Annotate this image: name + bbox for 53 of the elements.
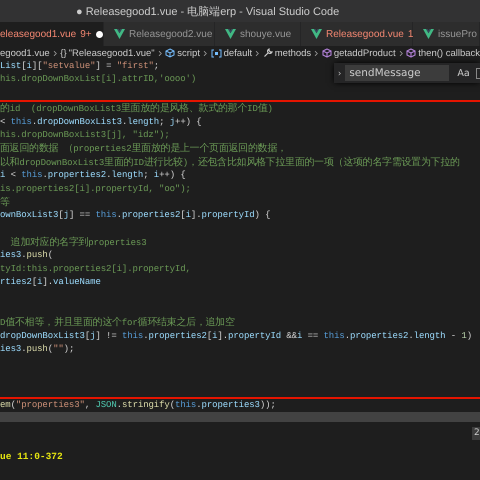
code-line: 等 [0, 196, 10, 210]
code-line: 以和dropDownBoxList3里面的ID进行比较)，还包含比如风格下拉里面的一项（这项的名字需设置为下拉的 [0, 156, 460, 170]
code-line: 面返回的数据 （properties2里面放的是上一个页面返回的数据， [0, 142, 287, 156]
count-badge: 2 [472, 427, 480, 440]
code-line: rties2[i].valueName [0, 276, 101, 290]
code-line: ies3.push(""); [0, 343, 74, 356]
scrollbar[interactable] [0, 412, 480, 422]
cube-icon [322, 48, 332, 58]
editor-tab[interactable]: shouye.vue [215, 22, 301, 46]
v-logo-icon [225, 29, 236, 39]
code-line: is.properties2[i].propertyId, "oo"); [0, 182, 191, 196]
wrench-icon [262, 48, 273, 58]
braces-icon: {} [60, 48, 67, 58]
code-line: 的id (dropDownBoxList3里面放的是风格、款式的那个ID值) [0, 102, 273, 116]
v-logo-icon [114, 29, 125, 39]
match-case-toggle[interactable]: Aa [457, 68, 470, 78]
editor-tab[interactable]: Releasegood2.vue [104, 22, 215, 46]
chevron-icon [398, 48, 404, 58]
brackets-icon [210, 48, 222, 58]
code-line: em("properties3", JSON.stringify(this.properties3)); [0, 398, 276, 412]
breadcrumb-item[interactable]: getaddProduct [334, 48, 396, 58]
chevron-icon [52, 48, 58, 58]
output-line: ue 11:0-372 [0, 451, 63, 462]
code-line: i < this.properties2.length; i++) { [0, 169, 186, 182]
breadcrumb-item[interactable]: "Releasegood1.vue" [68, 48, 155, 58]
breadcrumb-item[interactable]: default [224, 48, 252, 58]
code-line: dropDownBoxList3[j] != this.properties2[i].propertyId &&i == this.properties2.length - 1) [0, 330, 472, 343]
chevron-icon [202, 48, 208, 58]
chevron-icon [158, 48, 162, 58]
code-line: his.dropDownBoxList[i].attrID,'oooo') [0, 73, 196, 86]
code-line: D值不相等，并且里面的这个for循环结束之后，追加空 [0, 316, 235, 330]
v-logo-icon [311, 29, 322, 39]
code-line: his.dropDownBoxList3[j], "idz"); [0, 128, 170, 142]
cube-outline-icon [165, 48, 176, 58]
code-line: ies3.push( [0, 249, 54, 262]
code-line: 追加对应的名字到properties3 [10, 236, 147, 250]
breadcrumb-item[interactable]: script [177, 48, 200, 58]
code-line: < this.dropDownBoxList3.length; j++) { [0, 116, 202, 129]
cube-icon [406, 48, 416, 58]
v-logo-icon [423, 29, 434, 39]
find-input[interactable]: sendMessage [345, 65, 450, 81]
breadcrumb-item[interactable]: egood1.vue [0, 48, 50, 58]
chevron-icon [255, 48, 260, 58]
editor-tab[interactable]: eleasegood1.vue 9+ [0, 22, 104, 46]
editor-tab[interactable]: issuePro [413, 22, 480, 46]
breadcrumb-item[interactable]: methods [274, 48, 312, 58]
editor-tab[interactable]: Releasegood.vue 1 [301, 22, 413, 46]
chevron-icon [314, 48, 319, 58]
breadcrumb-item[interactable]: then() callback [418, 48, 480, 58]
code-line: ownBoxList3[j] == this.properties2[i].propertyId) { [0, 209, 270, 222]
code-line: List[i]["setvalue"] = "first"; [0, 60, 160, 73]
code-line: tyId:this.properties2[i].propertyId, [0, 262, 191, 276]
window-title: ● Releasegood1.vue - 电脑端erp - Visual Studio Code [76, 4, 340, 18]
